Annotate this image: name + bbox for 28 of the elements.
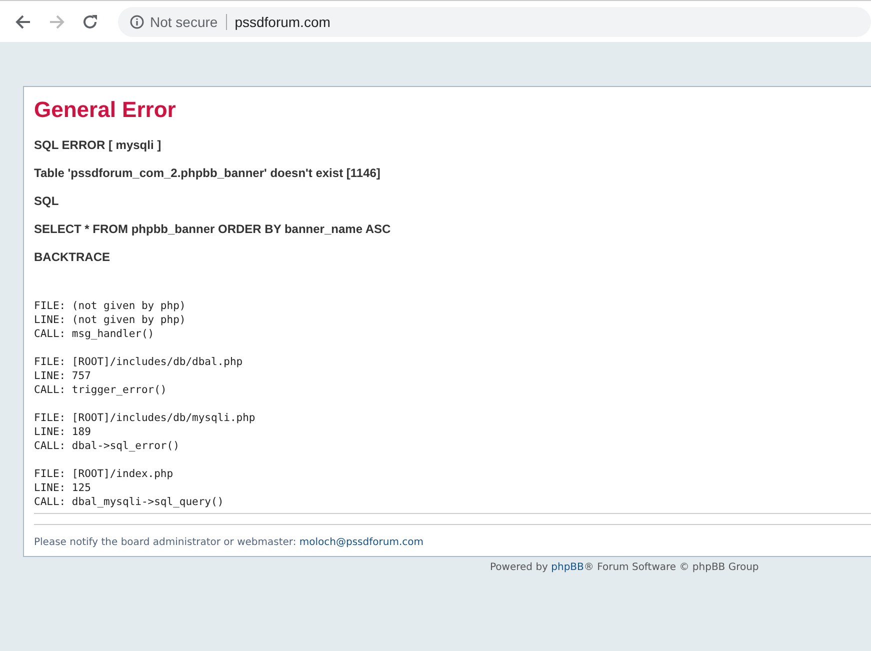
backtrace-line: CALL: trigger_error() bbox=[34, 383, 168, 397]
backtrace-line: CALL: dbal_mysqli->sql_query() bbox=[34, 495, 225, 509]
backtrace-line: FILE: [ROOT]/includes/db/dbal.php bbox=[34, 355, 244, 369]
reload-icon[interactable] bbox=[82, 14, 98, 30]
backtrace-line: FILE: [ROOT]/index.php bbox=[34, 467, 174, 481]
url-text: pssdforum.com bbox=[234, 14, 330, 30]
backtrace-line: LINE: 757 bbox=[34, 369, 92, 383]
backtrace-line: FILE: (not given by php) bbox=[34, 299, 187, 313]
backtrace-line: CALL: msg_handler() bbox=[34, 327, 156, 341]
back-icon[interactable] bbox=[14, 12, 32, 30]
phpbb-link[interactable]: phpBB bbox=[551, 562, 584, 573]
error-message: SQL ERROR [ mysqli ] bbox=[34, 138, 162, 152]
info-icon[interactable] bbox=[130, 14, 144, 28]
backtrace-line: LINE: 189 bbox=[34, 425, 92, 439]
email-link[interactable]: moloch@pssdforum.com bbox=[299, 537, 424, 548]
error-message: Table 'pssdforum_com_2.phpbb_banner' doesn't exist [1146] bbox=[34, 166, 382, 180]
backtrace-line: LINE: 125 bbox=[34, 481, 92, 495]
error-message: SQL bbox=[34, 194, 60, 208]
backtrace-line: FILE: [ROOT]/includes/db/mysqli.php bbox=[34, 411, 256, 425]
error-message: SELECT * FROM phpbb_banner ORDER BY banner_name ASC bbox=[34, 222, 392, 236]
backtrace-line: CALL: dbal->sql_error() bbox=[34, 439, 180, 453]
error-title: General Error bbox=[34, 97, 177, 123]
error-message: BACKTRACE bbox=[34, 250, 111, 264]
footer-credit: Powered by phpBB® Forum Software © phpBB Group bbox=[490, 562, 759, 573]
address-bar[interactable]: Not secure pssdforum.com bbox=[118, 6, 871, 36]
backtrace-line: LINE: (not given by php) bbox=[34, 313, 187, 327]
notify-message: Please notify the board administrator or webmaster: moloch@pssdforum.com bbox=[34, 536, 424, 548]
security-label: Not secure bbox=[144, 14, 227, 30]
